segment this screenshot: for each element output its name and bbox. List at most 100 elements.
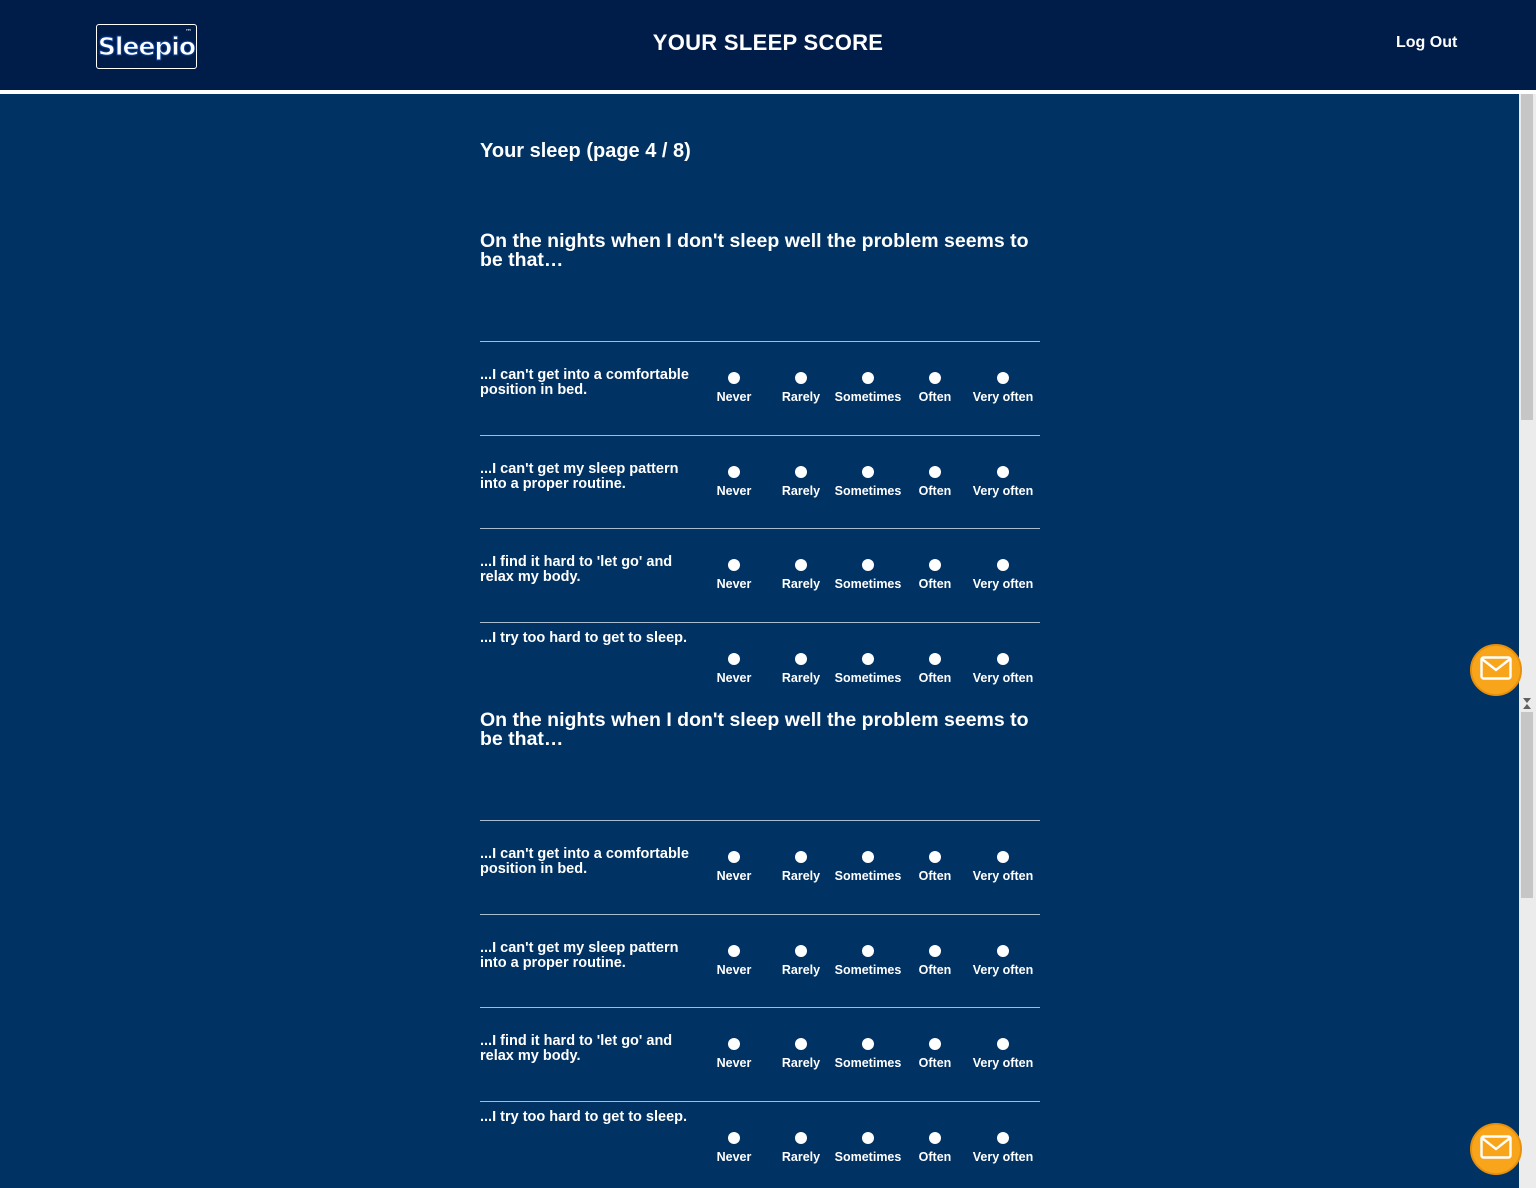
scrollbar-thumb[interactable]: [1521, 712, 1533, 898]
answer-option-rarely[interactable]: Rarely: [766, 465, 836, 498]
radio-button[interactable]: [997, 372, 1009, 384]
answer-option-rarely[interactable]: Rarely: [766, 851, 836, 883]
radio-button[interactable]: [795, 1038, 807, 1050]
scrollbar-thumb[interactable]: [1521, 94, 1533, 420]
radio-button[interactable]: [862, 559, 874, 571]
answer-option-sometimes[interactable]: Sometimes: [833, 944, 903, 977]
question-divider: [480, 528, 1040, 529]
radio-button[interactable]: [929, 652, 941, 665]
answer-option-never[interactable]: Never: [699, 559, 769, 591]
option-label: Never: [716, 577, 752, 591]
option-label: Sometimes: [834, 577, 902, 591]
radio-button[interactable]: [795, 652, 807, 665]
answer-option-very-often[interactable]: Very often: [968, 465, 1038, 498]
answer-option-rarely[interactable]: Rarely: [766, 559, 836, 591]
radio-button[interactable]: [862, 652, 874, 665]
answer-option-never[interactable]: Never: [699, 1038, 769, 1070]
answer-option-sometimes[interactable]: Sometimes: [833, 1131, 903, 1164]
answer-option-often[interactable]: Often: [900, 1131, 970, 1164]
radio-button[interactable]: [862, 465, 874, 478]
radio-button[interactable]: [728, 1131, 740, 1144]
contact-button[interactable]: [1470, 1123, 1522, 1175]
answer-option-very-often[interactable]: Very often: [968, 559, 1038, 591]
radio-button[interactable]: [997, 465, 1009, 478]
option-label: Often: [918, 1149, 952, 1164]
answer-option-very-often[interactable]: Very often: [968, 1131, 1038, 1164]
answer-option-rarely[interactable]: Rarely: [766, 372, 836, 404]
answer-option-often[interactable]: Often: [900, 559, 970, 591]
answer-option-very-often[interactable]: Very often: [968, 944, 1038, 977]
radio-button[interactable]: [728, 851, 740, 863]
logout-link[interactable]: Log Out: [1396, 34, 1457, 52]
scroll-up-arrow-icon[interactable]: [1523, 704, 1531, 709]
answer-option-often[interactable]: Often: [900, 652, 970, 685]
radio-button[interactable]: [862, 851, 874, 863]
answer-option-sometimes[interactable]: Sometimes: [833, 1038, 903, 1070]
answer-option-sometimes[interactable]: Sometimes: [833, 465, 903, 498]
answer-option-sometimes[interactable]: Sometimes: [833, 372, 903, 404]
radio-button[interactable]: [862, 372, 874, 384]
question-label: ...I find it hard to 'let go' and relax …: [480, 1033, 673, 1064]
answer-option-rarely[interactable]: Rarely: [766, 944, 836, 977]
option-label: Often: [918, 670, 952, 685]
answer-option-sometimes[interactable]: Sometimes: [833, 652, 903, 685]
answer-option-sometimes[interactable]: Sometimes: [833, 559, 903, 591]
radio-button[interactable]: [795, 465, 807, 478]
radio-button[interactable]: [929, 465, 941, 478]
answer-option-never[interactable]: Never: [699, 652, 769, 685]
radio-button[interactable]: [929, 851, 941, 863]
answer-option-rarely[interactable]: Rarely: [766, 1131, 836, 1164]
radio-button[interactable]: [929, 1131, 941, 1144]
answer-option-rarely[interactable]: Rarely: [766, 652, 836, 685]
answer-option-often[interactable]: Often: [900, 372, 970, 404]
radio-button[interactable]: [929, 1038, 941, 1050]
answer-option-never[interactable]: Never: [699, 1131, 769, 1164]
answer-option-never[interactable]: Never: [699, 465, 769, 498]
scroll-down-arrow-icon[interactable]: [1523, 698, 1531, 703]
radio-button[interactable]: [728, 465, 740, 478]
answer-option-often[interactable]: Often: [900, 944, 970, 977]
radio-button[interactable]: [929, 372, 941, 384]
answer-option-very-often[interactable]: Very often: [968, 652, 1038, 685]
radio-button[interactable]: [929, 559, 941, 571]
radio-button[interactable]: [795, 1131, 807, 1144]
radio-button[interactable]: [795, 372, 807, 384]
radio-button[interactable]: [862, 1038, 874, 1050]
radio-button[interactable]: [795, 851, 807, 863]
radio-button[interactable]: [728, 372, 740, 384]
answer-option-never[interactable]: Never: [699, 851, 769, 883]
radio-button[interactable]: [997, 1131, 1009, 1144]
answer-option-rarely[interactable]: Rarely: [766, 1038, 836, 1070]
answer-option-never[interactable]: Never: [699, 372, 769, 404]
question-divider: [480, 1100, 1040, 1102]
radio-button[interactable]: [728, 652, 740, 665]
top-header: Sleepio ™ YOUR SLEEP SCORE Log Out: [0, 0, 1536, 90]
answer-option-often[interactable]: Often: [900, 1038, 970, 1070]
radio-button[interactable]: [728, 559, 740, 571]
radio-button[interactable]: [795, 944, 807, 957]
question-divider: [480, 913, 1040, 915]
radio-button[interactable]: [862, 1131, 874, 1144]
radio-button[interactable]: [728, 1038, 740, 1050]
radio-button[interactable]: [997, 652, 1009, 665]
answer-option-very-often[interactable]: Very often: [968, 1038, 1038, 1070]
radio-button[interactable]: [997, 944, 1009, 957]
radio-button[interactable]: [728, 944, 740, 957]
radio-button[interactable]: [795, 559, 807, 571]
answer-option-very-often[interactable]: Very often: [968, 372, 1038, 404]
radio-button[interactable]: [929, 944, 941, 957]
radio-button[interactable]: [997, 851, 1009, 863]
answer-option-never[interactable]: Never: [699, 944, 769, 977]
radio-button[interactable]: [997, 559, 1009, 571]
option-label: Very often: [972, 670, 1034, 685]
option-label: Never: [716, 869, 752, 883]
question-divider: [480, 434, 1040, 436]
contact-button[interactable]: [1470, 644, 1522, 696]
answer-option-very-often[interactable]: Very often: [968, 851, 1038, 883]
answer-option-often[interactable]: Often: [900, 851, 970, 883]
question-label: ...I can't get into a comfortable positi…: [480, 846, 689, 877]
answer-option-often[interactable]: Often: [900, 465, 970, 498]
answer-option-sometimes[interactable]: Sometimes: [833, 851, 903, 883]
radio-button[interactable]: [997, 1038, 1009, 1050]
radio-button[interactable]: [862, 944, 874, 957]
